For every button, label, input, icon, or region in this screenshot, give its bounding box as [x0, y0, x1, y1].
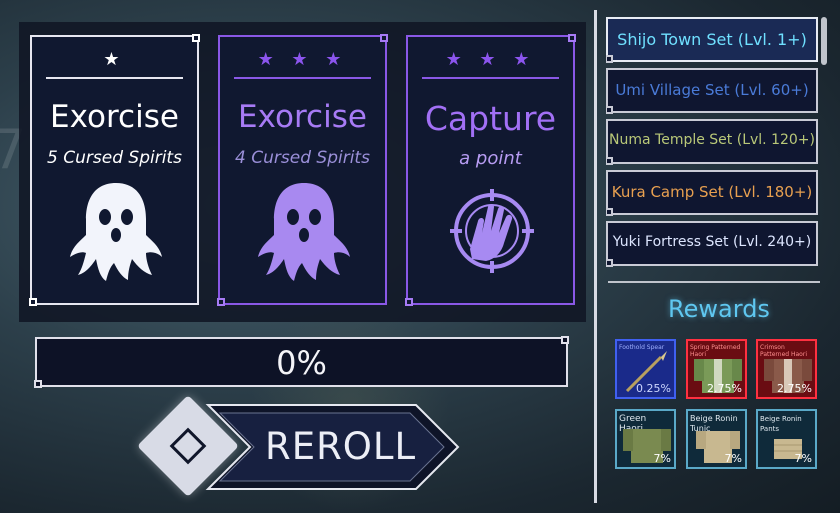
- set-item-label: Umi Village Set (Lvl. 60+): [615, 81, 809, 99]
- quest-stars: ★: [103, 49, 126, 70]
- reward-drop-chance: 2.75%: [707, 382, 742, 395]
- reward-drop-chance: 0.25%: [636, 382, 671, 395]
- card-divider: [422, 77, 559, 79]
- reward-item[interactable]: Beige Ronin Pants 7%: [756, 409, 817, 469]
- set-item-corner: [606, 208, 613, 216]
- quest-stars: ★ ★ ★: [257, 49, 348, 70]
- reward-item[interactable]: Foothold Spear 0.25%: [615, 339, 676, 399]
- set-item-label: Yuki Fortress Set (Lvl. 240+): [612, 234, 812, 250]
- ghost-icon: [258, 183, 350, 281]
- reward-item[interactable]: Beige Ronin Tunic 7%: [686, 409, 747, 469]
- card-corner: [380, 34, 388, 42]
- reroll-control[interactable]: REROLL: [137, 395, 465, 497]
- set-item-umi-village[interactable]: Umi Village Set (Lvl. 60+): [606, 68, 818, 114]
- reward-name: Foothold Spear: [619, 344, 665, 351]
- card-corner: [405, 298, 413, 306]
- reward-drop-chance: 7%: [653, 452, 671, 465]
- quest-card-1[interactable]: ★ Exorcise 5 Cursed Spirits: [29, 34, 200, 306]
- card-divider: [234, 77, 371, 79]
- reroll-label: REROLL: [265, 425, 417, 468]
- set-item-yuki-fortress[interactable]: Yuki Fortress Set (Lvl. 240+): [606, 221, 818, 267]
- card-corner: [29, 298, 37, 306]
- set-item-label: Kura Camp Set (Lvl. 180+): [611, 183, 813, 201]
- quest-stars: ★ ★ ★: [445, 49, 536, 70]
- set-item-label: Shijo Town Set (Lvl. 1+): [617, 30, 807, 49]
- progress-corner: [34, 380, 42, 388]
- hand-capture-icon: [450, 189, 534, 273]
- quest-card-2[interactable]: ★ ★ ★ Exorcise 4 Cursed Spirits: [217, 34, 388, 306]
- reward-drop-chance: 7%: [794, 452, 812, 465]
- quest-subtitle: 5 Cursed Spirits: [47, 148, 182, 168]
- quest-title: Exorcise: [50, 99, 179, 135]
- quest-title: Exorcise: [238, 99, 367, 135]
- set-item-corner: [606, 55, 613, 63]
- card-divider: [46, 77, 183, 79]
- set-item-numa-temple[interactable]: Numa Temple Set (Lvl. 120+): [606, 119, 818, 165]
- quest-subtitle: 4 Cursed Spirits: [235, 148, 370, 168]
- progress-corner: [561, 336, 569, 344]
- set-item-corner: [606, 259, 613, 267]
- set-item-corner: [606, 157, 613, 165]
- rewards-title: Rewards: [668, 295, 770, 323]
- set-item-kura-camp[interactable]: Kura Camp Set (Lvl. 180+): [606, 170, 818, 216]
- quest-title: Capture: [424, 99, 557, 138]
- reward-drop-chance: 7%: [724, 452, 742, 465]
- quest-subtitle: a point: [459, 148, 522, 169]
- reroll-progress-bar: 0%: [34, 336, 569, 388]
- quest-panel: ★ Exorcise 5 Cursed Spirits ★ ★ ★ Exorci…: [19, 22, 586, 322]
- set-item-corner: [606, 106, 613, 114]
- panel-divider: [594, 10, 597, 503]
- rewards-divider: [608, 281, 820, 283]
- reward-item[interactable]: Spring Patterned Haori 2.75%: [686, 339, 747, 399]
- reward-item[interactable]: Green Haori 7%: [615, 409, 676, 469]
- card-corner: [192, 34, 200, 42]
- set-item-label: Numa Temple Set (Lvl. 120+): [609, 132, 815, 148]
- reward-drop-chance: 2.75%: [777, 382, 812, 395]
- set-list[interactable]: Shijo Town Set (Lvl. 1+) Umi Village Set…: [606, 14, 818, 267]
- card-corner: [568, 34, 576, 42]
- set-item-shijo-town[interactable]: Shijo Town Set (Lvl. 1+): [606, 17, 818, 63]
- ghost-icon: [70, 183, 162, 281]
- quest-card-3[interactable]: ★ ★ ★ Capture a point: [405, 34, 576, 306]
- reward-item[interactable]: Crimson Patterned Haori 2.75%: [756, 339, 817, 399]
- card-corner: [217, 298, 225, 306]
- set-list-scrollbar[interactable]: [821, 17, 827, 65]
- progress-label: 0%: [276, 344, 327, 382]
